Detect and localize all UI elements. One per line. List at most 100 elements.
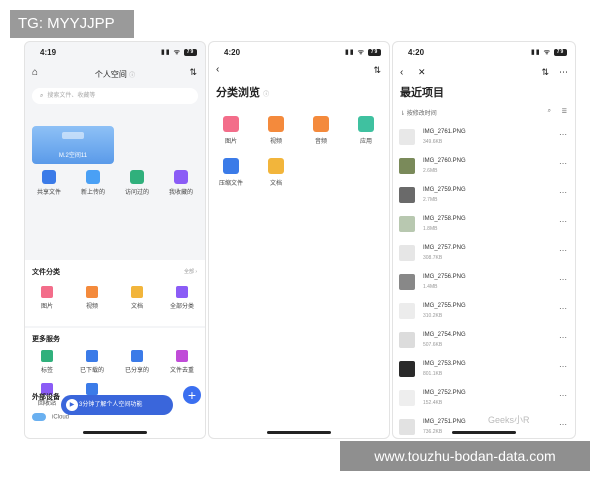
category-item[interactable]: 文档 — [256, 158, 296, 187]
service-item[interactable]: 标签 — [27, 350, 67, 374]
file-name: IMG_2754.PNG — [423, 332, 466, 338]
file-row[interactable]: IMG_2752.PNG 152.4KB ⋯ — [399, 387, 569, 414]
quick-action-item[interactable]: 访问过的 — [115, 170, 159, 196]
file-name: IMG_2759.PNG — [423, 187, 466, 193]
phone-category-browse: 4:20 ▮▮ ᯤ 79 ‹ ⇅ 分类浏览 ⓘ 图片 视频 音频 应用 压缩文件 文档 — [208, 41, 390, 439]
file-row[interactable]: IMG_2755.PNG 310.2KB ⋯ — [399, 300, 569, 327]
file-row[interactable]: IMG_2758.PNG 1.8MB ⋯ — [399, 213, 569, 240]
icloud-item[interactable]: iCloud — [32, 413, 69, 421]
file-thumbnail — [399, 390, 415, 406]
more-icon[interactable]: ⋯ — [559, 362, 567, 371]
info-icon: ⓘ — [129, 73, 136, 79]
status-icons: ▮▮ ᯤ 79 — [345, 48, 381, 57]
phone-recent-items: 4:20 ▮▮ ᯤ 79 ‹ ✕ ⇅ ⋯ 最近项目 ⇂ 按修改时间 ⌕ ☰ IM… — [392, 41, 576, 439]
more-icon[interactable]: ⋯ — [559, 333, 567, 342]
file-name: IMG_2761.PNG — [423, 129, 466, 135]
file-thumbnail — [399, 245, 415, 261]
more-icon[interactable]: ⋯ — [559, 275, 567, 284]
quick-action-item[interactable]: 共享文件 — [27, 170, 71, 196]
more-icon[interactable]: ⋯ — [559, 420, 567, 429]
service-item[interactable]: 文件去重 — [162, 350, 202, 374]
list-view-icon[interactable]: ☰ — [562, 108, 567, 115]
file-thumbnail — [399, 129, 415, 145]
file-category-item-label: 全部分类 — [169, 304, 194, 310]
file-row[interactable]: IMG_2754.PNG 507.6KB ⋯ — [399, 329, 569, 356]
quick-action-item[interactable]: 我收藏的 — [159, 170, 203, 196]
status-bar: 4:20 ▮▮ ᯤ 79 — [209, 42, 389, 62]
file-thumbnail — [399, 216, 415, 232]
file-thumbnail — [399, 274, 415, 290]
service-item[interactable]: 已分享的 — [117, 350, 157, 374]
image-icon — [223, 116, 239, 132]
file-size: 1.8MB — [423, 226, 438, 232]
zip-icon — [223, 158, 239, 174]
file-category-item-label: 文档 — [130, 304, 143, 310]
file-row[interactable]: IMG_2753.PNG 801.1KB ⋯ — [399, 358, 569, 385]
back-icon[interactable]: ‹ — [216, 64, 219, 75]
storage-badge — [62, 132, 84, 139]
service-item-label: 文件去重 — [169, 368, 194, 374]
storage-card-label: M.2空间11 — [58, 153, 88, 159]
sort-icon[interactable]: ⇅ — [541, 67, 549, 78]
page-title: 最近项目 — [400, 87, 444, 99]
search-icon[interactable]: ⌕ — [548, 108, 551, 115]
file-size: 349.6KB — [423, 139, 443, 145]
category-item[interactable]: 图片 — [211, 116, 251, 145]
file-name: IMG_2758.PNG — [423, 216, 466, 222]
more-icon[interactable]: ⋯ — [559, 217, 567, 226]
file-row[interactable]: IMG_2761.PNG 349.6KB ⋯ — [399, 126, 569, 153]
file-category-item[interactable]: 视频 — [72, 286, 112, 310]
quick-action-item[interactable]: 新上传的 — [71, 170, 115, 196]
quick-action-item-label: 共享文件 — [36, 190, 61, 196]
file-row[interactable]: IMG_2760.PNG 2.6MB ⋯ — [399, 155, 569, 182]
more-icon[interactable]: ⋯ — [559, 304, 567, 313]
service-item[interactable]: 已下载的 — [72, 350, 112, 374]
nav-bar: ⌂ 个人空间 ⓘ ⇅ — [25, 64, 205, 84]
more-icon[interactable]: ⋯ — [559, 391, 567, 400]
grid-icon — [176, 286, 188, 298]
search-input[interactable]: ⌕ 搜索文件、收藏等 — [32, 88, 198, 104]
more-icon[interactable]: ⋯ — [559, 130, 567, 139]
category-item[interactable]: 音频 — [301, 116, 341, 145]
file-category-item[interactable]: 图片 — [27, 286, 67, 310]
more-icon[interactable]: ⋯ — [559, 188, 567, 197]
filter-bar: ⇂ 按修改时间 ⌕ ☰ — [400, 108, 567, 120]
status-icons: ▮▮ ᯤ 79 — [161, 48, 197, 57]
intro-banner[interactable]: ▶ 3分钟了解个人空间功能 — [61, 395, 173, 415]
more-icon[interactable]: ⋯ — [559, 67, 568, 78]
file-thumbnail — [399, 419, 415, 435]
category-item-label: 应用 — [359, 139, 372, 145]
file-category-item[interactable]: 文档 — [117, 286, 157, 310]
view-all-link[interactable]: 全部 › — [184, 268, 197, 275]
quick-actions: 共享文件 新上传的 访问过的 我收藏的 — [25, 170, 205, 210]
more-icon[interactable]: ⋯ — [559, 159, 567, 168]
video-icon — [86, 286, 98, 298]
document-icon — [268, 158, 284, 174]
back-icon[interactable]: ‹ — [400, 67, 403, 78]
sort-icon[interactable]: ⇅ — [373, 65, 381, 76]
file-category-item[interactable]: 全部分类 — [162, 286, 202, 310]
add-button[interactable]: + — [183, 386, 201, 404]
video-icon — [268, 116, 284, 132]
battery-icon: 79 — [554, 48, 567, 56]
file-size: 801.1KB — [423, 371, 443, 377]
section-title: 文件分类 — [32, 269, 60, 276]
file-row[interactable]: IMG_2757.PNG 308.7KB ⋯ — [399, 242, 569, 269]
file-size: 310.2KB — [423, 313, 443, 319]
more-icon[interactable]: ⋯ — [559, 246, 567, 255]
sort-icon[interactable]: ⇅ — [189, 67, 197, 78]
file-name: IMG_2756.PNG — [423, 274, 466, 280]
file-row[interactable]: IMG_2756.PNG 1.4MB ⋯ — [399, 271, 569, 298]
file-size: 152.4KB — [423, 400, 443, 406]
dedupe-icon — [176, 350, 188, 362]
clock-icon — [130, 170, 144, 184]
quick-action-item-label: 新上传的 — [80, 190, 105, 196]
category-item[interactable]: 应用 — [346, 116, 386, 145]
file-row[interactable]: IMG_2759.PNG 2.7MB ⋯ — [399, 184, 569, 211]
category-item[interactable]: 压缩文件 — [211, 158, 251, 187]
filter-label[interactable]: 按修改时间 — [407, 111, 437, 117]
storage-card[interactable]: M.2空间11 — [32, 126, 114, 164]
file-row[interactable]: IMG_2751.PNG 736.2KB ⋯ — [399, 416, 569, 438]
category-item[interactable]: 视频 — [256, 116, 296, 145]
close-icon[interactable]: ✕ — [418, 67, 426, 78]
